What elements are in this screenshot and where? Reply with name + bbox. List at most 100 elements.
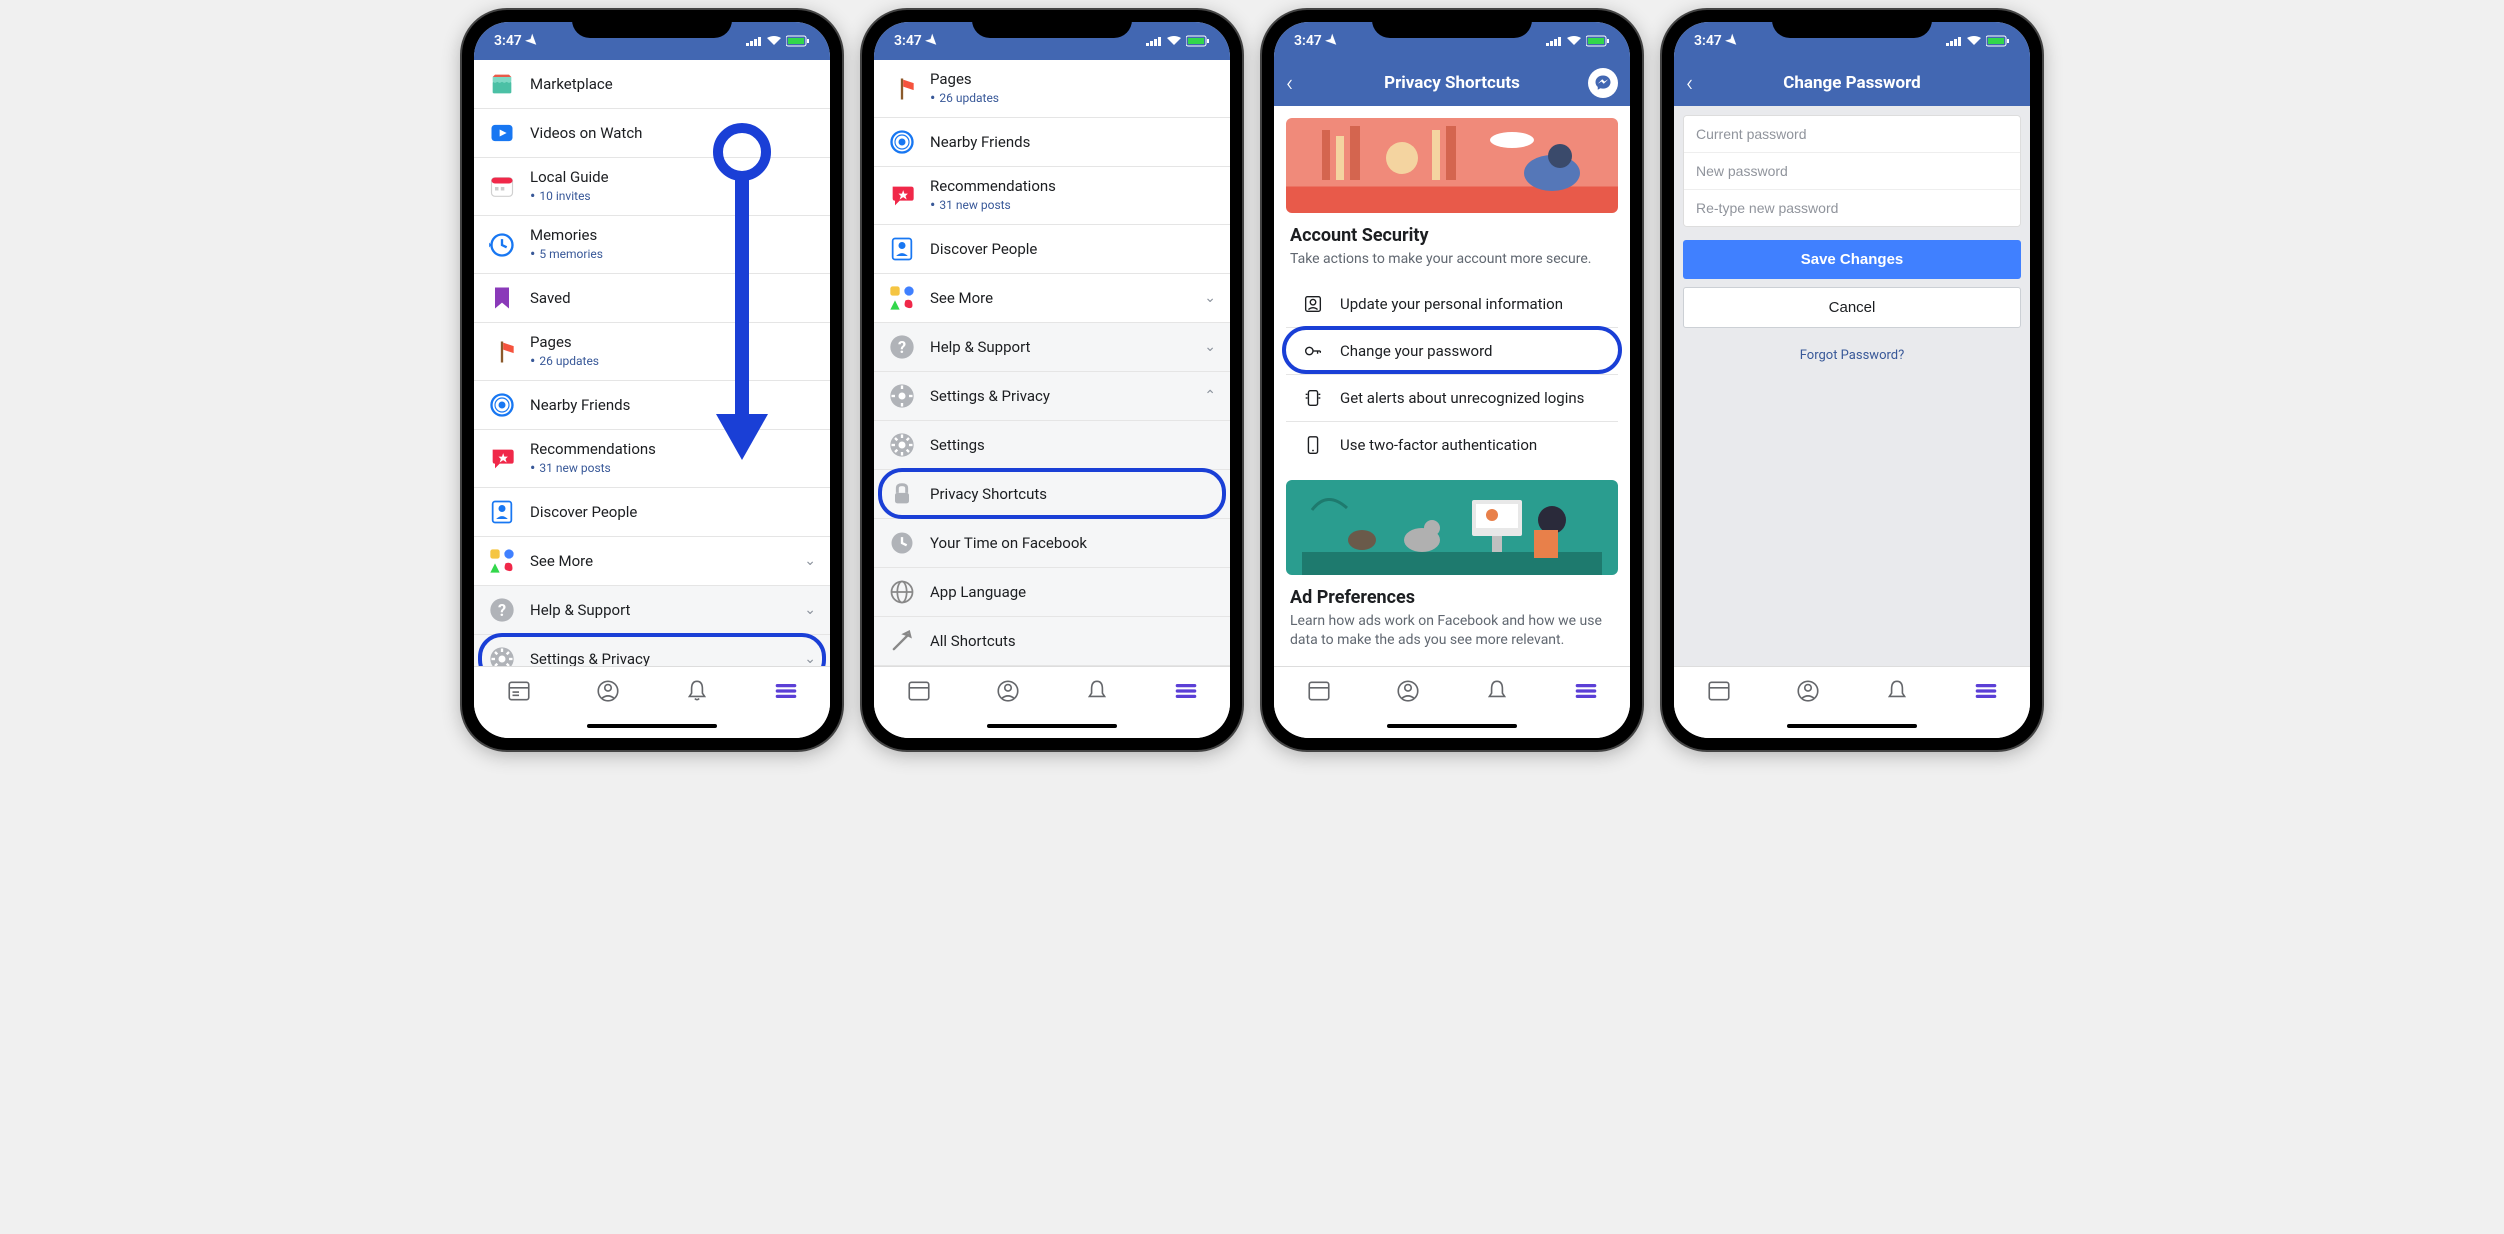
menu-label: Local Guide <box>530 168 816 186</box>
menu-label: Help & Support <box>530 601 804 619</box>
nav-menu-icon[interactable] <box>1973 678 1999 704</box>
back-button[interactable]: ‹ <box>1286 69 1293 97</box>
chevron-down-icon: ⌄ <box>1204 290 1216 306</box>
menu-item-nearby[interactable]: Nearby Friends <box>874 118 1230 167</box>
password-inputs <box>1683 115 2021 227</box>
nav-feed-icon[interactable] <box>506 678 532 704</box>
nav-menu-icon[interactable] <box>773 678 799 704</box>
twofa-icon <box>1302 434 1324 456</box>
screen-3: 3:47➤ ‹ Privacy Shortcuts Account Securi… <box>1274 22 1630 738</box>
menu-label: Videos on Watch <box>530 124 816 142</box>
new-password-input[interactable] <box>1684 153 2020 190</box>
discover-icon <box>488 498 516 526</box>
nav-feed-icon[interactable] <box>906 678 932 704</box>
help-icon: ? <box>888 333 916 361</box>
menu-label: See More <box>530 552 804 570</box>
security-item-changepw[interactable]: Change your password <box>1286 328 1618 375</box>
nav-profile-icon[interactable] <box>595 678 621 704</box>
menu-item-marketplace[interactable]: Marketplace <box>474 60 830 109</box>
location-icon: ➤ <box>922 31 942 51</box>
recs-icon <box>888 182 916 210</box>
nav-bell-icon[interactable] <box>684 678 710 704</box>
security-item-label: Change your password <box>1340 342 1492 360</box>
menu-item-help[interactable]: ?Help & Support⌄ <box>474 586 830 635</box>
menu-content[interactable]: Marketplace Videos on Watch Local Guide10 … <box>474 60 830 666</box>
menu-item-allshort[interactable]: All Shortcuts <box>874 617 1230 666</box>
section-desc-security: Take actions to make your account more s… <box>1274 246 1630 281</box>
phone-frame-3: 3:47➤ ‹ Privacy Shortcuts Account Securi… <box>1262 10 1642 750</box>
privacy-content[interactable]: Account Security Take actions to make yo… <box>1274 106 1630 666</box>
home-indicator[interactable] <box>1674 714 2030 738</box>
menu-item-recs[interactable]: Recommendations31 new posts <box>874 167 1230 225</box>
menu-item-saved[interactable]: Saved <box>474 274 830 323</box>
menu-item-settings[interactable]: Settings & Privacy⌄ <box>474 635 830 666</box>
menu-item-seemore[interactable]: See More⌄ <box>874 274 1230 323</box>
home-indicator[interactable] <box>874 714 1230 738</box>
menu-item-nearby[interactable]: Nearby Friends <box>474 381 830 430</box>
nav-bell-icon[interactable] <box>1484 678 1510 704</box>
menu-subtitle: 5 memories <box>530 244 816 263</box>
menu-item-settings[interactable]: Settings <box>874 421 1230 470</box>
chevron-up-icon: ⌃ <box>1204 388 1216 404</box>
menu-item-discover[interactable]: Discover People <box>874 225 1230 274</box>
bottom-nav <box>1274 666 1630 714</box>
menu-item-sp[interactable]: Settings & Privacy⌃ <box>874 372 1230 421</box>
menu-item-help[interactable]: ?Help & Support⌄ <box>874 323 1230 372</box>
menu-label: Recommendations <box>930 177 1216 195</box>
menu-item-privshort[interactable]: Privacy Shortcuts <box>874 470 1230 519</box>
security-item-twofa[interactable]: Use two-factor authentication <box>1286 422 1618 468</box>
header: ‹ Privacy Shortcuts <box>1274 60 1630 106</box>
menu-item-pages[interactable]: Pages26 updates <box>474 323 830 381</box>
memories-icon <box>488 231 516 259</box>
nav-bell-icon[interactable] <box>1084 678 1110 704</box>
menu-item-applang[interactable]: App Language <box>874 568 1230 617</box>
menu-item-videos[interactable]: Videos on Watch <box>474 109 830 158</box>
nav-bell-icon[interactable] <box>1884 678 1910 704</box>
seemore-icon <box>888 284 916 312</box>
bottom-nav <box>474 666 830 714</box>
menu-item-memories[interactable]: Memories5 memories <box>474 216 830 274</box>
menu-item-recs[interactable]: Recommendations31 new posts <box>474 430 830 488</box>
menu-item-seemore[interactable]: See More⌄ <box>474 537 830 586</box>
bottom-nav <box>1674 666 2030 714</box>
menu-label: Settings <box>930 436 1216 454</box>
menu-label: Saved <box>530 289 816 307</box>
chevron-down-icon: ⌄ <box>1204 339 1216 355</box>
personal-icon <box>1302 293 1324 315</box>
menu-subtitle: 31 new posts <box>930 195 1216 214</box>
messenger-icon[interactable] <box>1588 68 1618 98</box>
nav-profile-icon[interactable] <box>1395 678 1421 704</box>
menu-label: Pages <box>530 333 816 351</box>
status-icons <box>1946 35 2010 47</box>
security-item-personal[interactable]: Update your personal information <box>1286 281 1618 328</box>
nav-feed-icon[interactable] <box>1706 678 1732 704</box>
nav-feed-icon[interactable] <box>1306 678 1332 704</box>
current-password-input[interactable] <box>1684 116 2020 153</box>
nav-profile-icon[interactable] <box>1795 678 1821 704</box>
home-indicator[interactable] <box>1274 714 1630 738</box>
sp-icon <box>888 382 916 410</box>
svg-text:?: ? <box>498 601 506 620</box>
saved-icon <box>488 284 516 312</box>
nav-profile-icon[interactable] <box>995 678 1021 704</box>
forgot-password-link[interactable]: Forgot Password? <box>1674 348 2030 363</box>
home-indicator[interactable] <box>474 714 830 738</box>
back-button[interactable]: ‹ <box>1686 69 1693 97</box>
status-bar: 3:47➤ <box>874 22 1230 60</box>
menu-content[interactable]: Pages26 updatesNearby FriendsRecommendat… <box>874 60 1230 666</box>
save-button[interactable]: Save Changes <box>1683 240 2021 279</box>
page-title: Change Password <box>1783 73 1921 93</box>
menu-item-localguide[interactable]: Local Guide10 invites <box>474 158 830 216</box>
nav-menu-icon[interactable] <box>1573 678 1599 704</box>
security-item-alerts[interactable]: Get alerts about unrecognized logins <box>1286 375 1618 422</box>
menu-item-yourtime[interactable]: Your Time on Facebook <box>874 519 1230 568</box>
retype-password-input[interactable] <box>1684 190 2020 226</box>
nav-menu-icon[interactable] <box>1173 678 1199 704</box>
settings-icon <box>888 431 916 459</box>
status-icons <box>746 35 810 47</box>
menu-item-pages[interactable]: Pages26 updates <box>874 60 1230 118</box>
phone-frame-1: 3:47➤ MarketplaceVideos on WatchLocal Gu… <box>462 10 842 750</box>
menu-item-discover[interactable]: Discover People <box>474 488 830 537</box>
cancel-button[interactable]: Cancel <box>1683 287 2021 328</box>
screen-1: 3:47➤ MarketplaceVideos on WatchLocal Gu… <box>474 22 830 738</box>
